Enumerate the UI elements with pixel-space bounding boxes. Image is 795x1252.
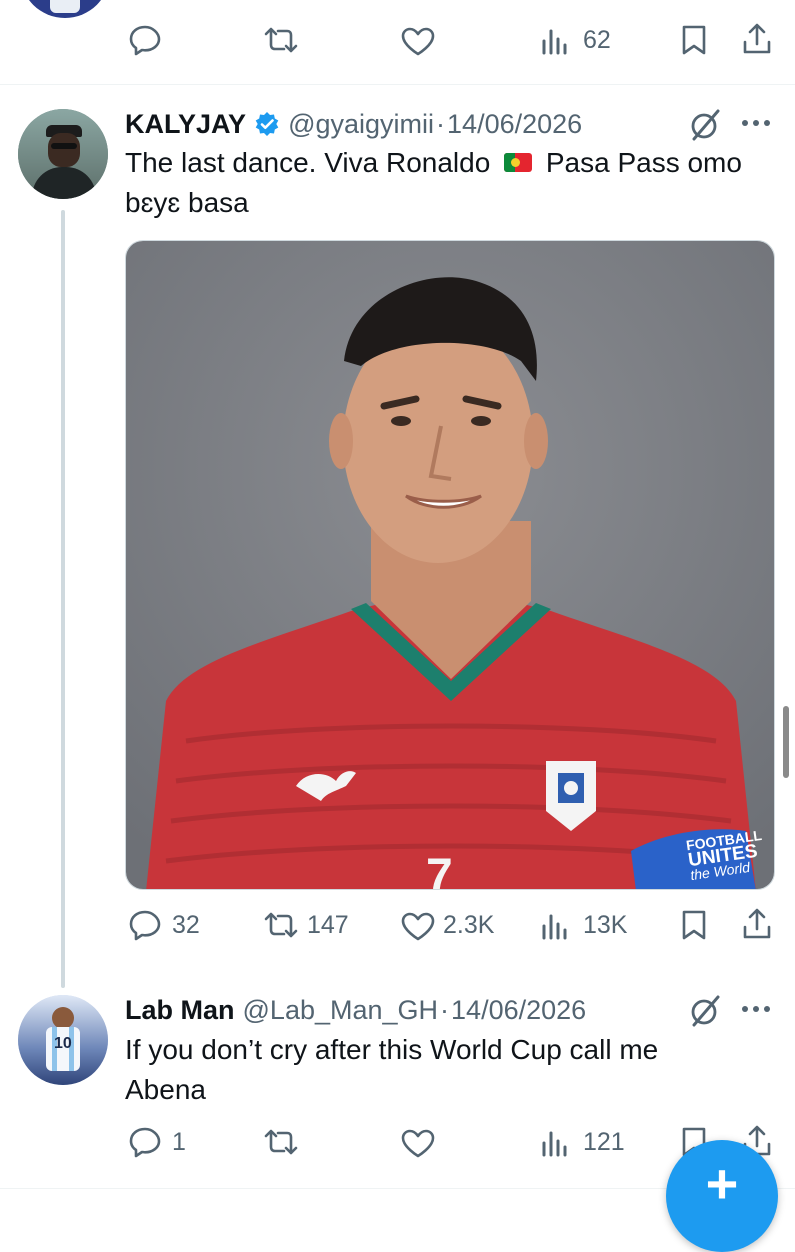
tweet-divider xyxy=(0,84,795,85)
avatar-jersey-number: 10 xyxy=(54,1035,72,1052)
ronaldo-portrait-illustration xyxy=(126,241,774,889)
reply-author-handle[interactable]: @Lab_Man_GH xyxy=(243,995,439,1026)
tweet-media-image[interactable]: FOOTBALL UNITES the World 7 xyxy=(125,240,775,890)
jersey-number: 7 xyxy=(426,850,453,890)
reply-tweet-date[interactable]: 14/06/2026 xyxy=(451,995,586,1026)
portugal-flag-emoji xyxy=(504,153,533,173)
like-icon[interactable] xyxy=(400,1128,436,1158)
tweet-text-line1: The last dance. Viva Ronaldo xyxy=(125,147,491,178)
more-options-icon[interactable] xyxy=(740,1004,772,1014)
tweet-header: KALYJAY @gyaigyimii · 14/06/2026 xyxy=(125,107,582,141)
views-count: 13K xyxy=(583,911,628,939)
kalyjay-avatar[interactable] xyxy=(18,109,108,199)
reply-reply-count: 1 xyxy=(172,1128,186,1156)
reply-tweet-text: If you don’t cry after this World Cup ca… xyxy=(125,1030,785,1110)
tweet-text: The last dance. Viva Ronaldo Pasa Pass o… xyxy=(125,143,785,223)
author-handle[interactable]: @gyaigyimii xyxy=(288,109,434,140)
thread-line xyxy=(61,210,65,988)
tweet-text-line2: bɛyɛ basa xyxy=(125,187,249,218)
like-icon[interactable] xyxy=(400,26,436,56)
reply-count: 32 xyxy=(172,911,200,939)
retweet-icon[interactable] xyxy=(262,911,300,939)
compose-plus-icon: + xyxy=(705,1152,739,1215)
prev-views-count: 62 xyxy=(583,26,611,54)
reply-icon[interactable] xyxy=(128,909,162,941)
reply-views-count: 121 xyxy=(583,1128,625,1156)
compose-post-button[interactable]: + xyxy=(666,1140,778,1252)
tweet-date[interactable]: 14/06/2026 xyxy=(447,109,582,140)
grok-icon[interactable] xyxy=(688,994,722,1028)
reply-icon[interactable] xyxy=(128,24,162,56)
more-options-icon[interactable] xyxy=(740,118,772,128)
like-icon[interactable] xyxy=(400,911,436,941)
reply-author-name[interactable]: Lab Man xyxy=(125,995,235,1026)
reply-text-line1: If you don’t cry after this World Cup ca… xyxy=(125,1034,659,1065)
tweet-text-line1b: Pasa Pass omo xyxy=(545,147,742,178)
prev-tweet-avatar[interactable] xyxy=(20,0,110,18)
reply-header-separator: · xyxy=(440,994,450,1025)
views-icon[interactable] xyxy=(540,912,570,940)
lab-man-avatar[interactable]: 10 xyxy=(18,995,108,1085)
verified-badge-icon xyxy=(254,111,280,137)
share-icon[interactable] xyxy=(741,22,773,56)
reply-text-line2: Abena xyxy=(125,1074,206,1105)
share-icon[interactable] xyxy=(741,907,773,941)
retweet-icon[interactable] xyxy=(262,26,300,54)
bookmark-icon[interactable] xyxy=(680,24,708,56)
like-count: 2.3K xyxy=(443,911,495,939)
retweet-count: 147 xyxy=(307,911,349,939)
views-icon[interactable] xyxy=(540,27,570,55)
reply-tweet-header: Lab Man @Lab_Man_GH · 14/06/2026 xyxy=(125,993,586,1027)
header-separator: · xyxy=(436,108,446,139)
scrollbar-thumb[interactable] xyxy=(783,706,789,778)
grok-icon[interactable] xyxy=(688,108,722,142)
author-name[interactable]: KALYJAY xyxy=(125,109,246,140)
bookmark-icon[interactable] xyxy=(680,909,708,941)
retweet-icon[interactable] xyxy=(262,1128,300,1156)
reply-icon[interactable] xyxy=(128,1126,162,1158)
views-icon[interactable] xyxy=(540,1129,570,1157)
